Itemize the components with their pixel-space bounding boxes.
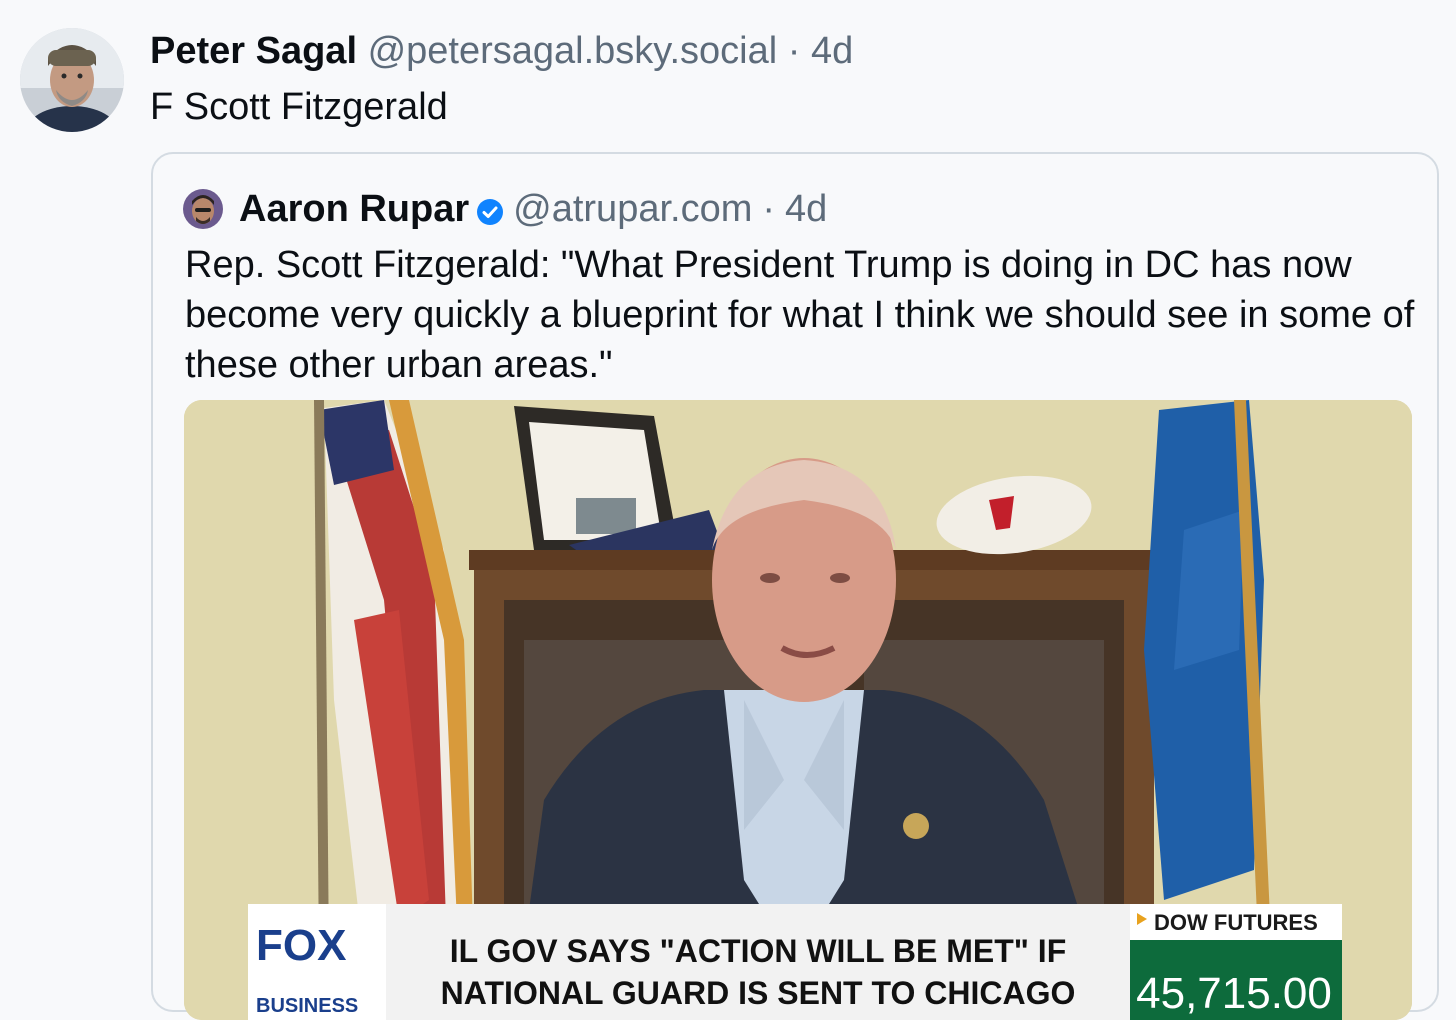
quoted-author-avatar[interactable] (183, 189, 223, 229)
author-handle[interactable]: @petersagal.bsky.social (368, 30, 778, 72)
post-text: F Scott Fitzgerald (150, 86, 448, 128)
chyron-headline-line2: NATIONAL GUARD IS SENT TO CHICAGO (441, 975, 1076, 1011)
ticker-label: DOW FUTURES (1154, 910, 1318, 935)
post-timestamp[interactable]: 4d (811, 30, 853, 72)
network-logo: FOX (256, 921, 346, 970)
video-thumbnail[interactable]: FOX BUSINESS IL GOV SAYS "ACTION WILL BE… (184, 400, 1412, 1020)
post[interactable]: Peter Sagal @petersagal.bsky.social · 4d… (0, 0, 1456, 1020)
quoted-author-handle[interactable]: @atrupar.com (513, 188, 752, 231)
separator-dot: · (762, 187, 776, 230)
network-sub: BUSINESS (256, 995, 358, 1017)
news-chyron: FOX BUSINESS IL GOV SAYS "ACTION WILL BE… (248, 904, 1342, 1020)
separator-dot: · (787, 30, 801, 72)
quoted-author-name[interactable]: Aaron Rupar (239, 188, 469, 231)
quoted-post-timestamp[interactable]: 4d (785, 188, 827, 231)
verified-badge-icon (475, 194, 505, 225)
post-header: Peter Sagal @petersagal.bsky.social · 4d (150, 28, 853, 74)
quoted-post-text: Rep. Scott Fitzgerald: "What President T… (185, 244, 1415, 386)
author-name[interactable]: Peter Sagal (150, 30, 357, 72)
chyron-headline-line1: IL GOV SAYS "ACTION WILL BE MET" IF (450, 933, 1066, 969)
ticker-value: 45,715.00 (1136, 969, 1332, 1018)
quoted-post-header: Aaron Rupar @atrupar.com · 4d (183, 184, 827, 234)
author-avatar[interactable] (20, 28, 124, 132)
quoted-post-card[interactable]: Aaron Rupar @atrupar.com · 4d Rep. Scott… (151, 152, 1439, 1020)
